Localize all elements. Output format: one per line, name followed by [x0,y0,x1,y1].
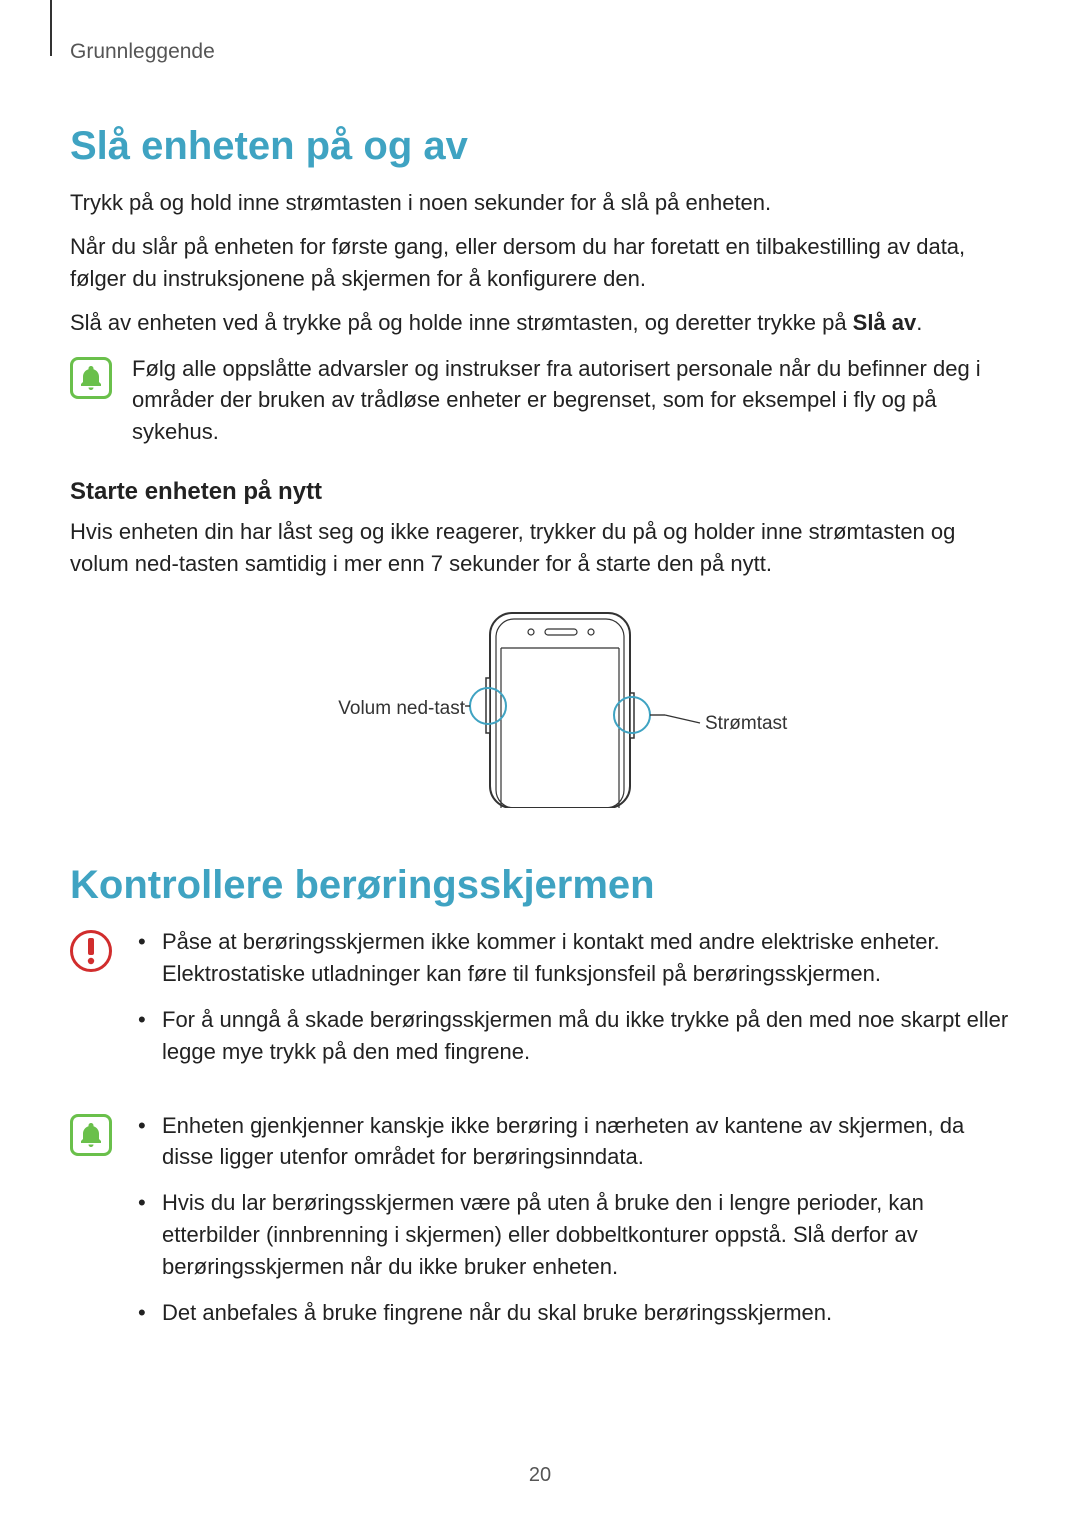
para-3a: Slå av enheten ved å trykke på og holde … [70,310,853,335]
list-item: Enheten gjenkjenner kanskje ikke berørin… [132,1110,1010,1174]
list-item: Det anbefales å bruke fingrene når du sk… [132,1297,1010,1329]
para-1: Trykk på og hold inne strømtasten i noen… [70,187,1010,219]
para-3: Slå av enheten ved å trykke på og holde … [70,307,1010,339]
diagram-label-right: Strømtast [705,713,787,735]
diagram-label-left: Volum ned-tast [338,698,465,720]
para-3-bold: Slå av [853,310,917,335]
page-number: 20 [0,1464,1080,1487]
heading-touchscreen: Kontrollere berøringsskjermen [70,863,1010,908]
note-1-text: Følg alle oppslåtte advarsler og instruk… [132,353,1010,449]
heading-power: Slå enheten på og av [70,124,1010,169]
note-info-1: Følg alle oppslåtte advarsler og instruk… [70,353,1010,449]
note-info-2: Enheten gjenkjenner kanskje ikke berørin… [70,1110,1010,1343]
warning-list: Påse at berøringsskjermen ikke kommer i … [132,926,1010,1082]
device-diagram: Volum ned-tast Strømtast [305,608,775,808]
para-3c: . [916,310,922,335]
list-item: Påse at berøringsskjermen ikke kommer i … [132,926,1010,990]
warning-icon [70,930,112,972]
info-list: Enheten gjenkjenner kanskje ikke berørin… [132,1110,1010,1343]
list-item: Hvis du lar berøringsskjermen være på ut… [132,1187,1010,1283]
note-warning: Påse at berøringsskjermen ikke kommer i … [70,926,1010,1082]
heading-restart: Starte enheten på nytt [70,478,1010,506]
para-2: Når du slår på enheten for første gang, … [70,231,1010,295]
list-item: For å unngå å skade berøringsskjermen må… [132,1004,1010,1068]
bell-icon [70,1114,112,1156]
section-top-marker [50,0,52,56]
bell-icon [70,357,112,399]
para-4: Hvis enheten din har låst seg og ikke re… [70,516,1010,580]
page-content: Grunnleggende Slå enheten på og av Trykk… [0,0,1080,1411]
diagram-container: Volum ned-tast Strømtast [70,608,1010,808]
header-label: Grunnleggende [70,40,1010,64]
